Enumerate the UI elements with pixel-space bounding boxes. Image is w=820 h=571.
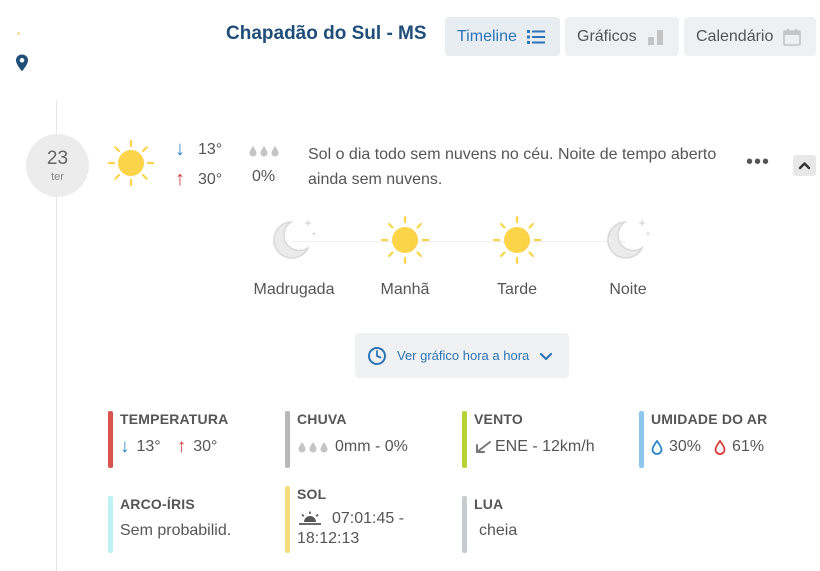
date-weekday: ter <box>51 171 64 183</box>
card-umidade: UMIDADE DO AR 30% 61% <box>639 411 768 468</box>
tab-calendario-label: Calendário <box>696 27 774 45</box>
card-color-bar <box>639 411 644 468</box>
chevron-up-icon <box>798 162 811 170</box>
period-label: Madrugada <box>253 281 335 298</box>
rain-drops-icon <box>249 146 279 157</box>
card-color-bar <box>462 411 467 468</box>
card-title: TEMPERATURA <box>120 411 229 427</box>
card-title: CHUVA <box>297 411 347 427</box>
period-tarde: Tarde <box>467 215 567 299</box>
period-noite: Noite <box>578 215 678 299</box>
period-manha: Manhã <box>355 215 455 299</box>
moon-icon <box>273 219 317 259</box>
period-madrugada: Madrugada <box>244 215 344 299</box>
rainbow-value: Sem probabilid. <box>120 522 232 539</box>
moon-phase-value: cheia <box>479 522 518 539</box>
card-vento: VENTO ENE - 12km/h <box>462 411 595 468</box>
bar-chart-icon <box>647 29 663 45</box>
date-number: 23 <box>46 148 69 169</box>
max-temperature: 30° <box>198 171 223 188</box>
temperature-max: 30° <box>193 438 218 455</box>
tab-timeline[interactable]: Timeline <box>445 17 560 56</box>
more-options-button[interactable]: ••• <box>746 152 770 172</box>
card-color-bar <box>462 496 467 553</box>
city-title: Chapadão do Sul - MS <box>226 23 427 44</box>
card-arco-iris: ARCO-ÍRIS Sem probabilid. <box>108 496 231 553</box>
sun-icon <box>492 215 542 265</box>
moon-icon <box>607 219 651 259</box>
max-temp-arrow-icon: ↑ <box>176 436 187 457</box>
card-color-bar <box>285 486 290 553</box>
card-value: ↓ 13° ↑ 30° <box>120 436 229 457</box>
humidity-min: 30% <box>669 438 702 455</box>
hourly-chart-label: Ver gráfico hora a hora <box>397 348 530 363</box>
max-temp-arrow-icon: ↑ <box>175 168 185 190</box>
wind-direction-icon <box>476 441 491 453</box>
card-title: SOL <box>297 486 327 502</box>
card-value: 30% 61% <box>651 438 767 456</box>
period-label: Noite <box>609 281 647 298</box>
tab-graficos-label: Gráficos <box>577 27 637 45</box>
temperature-min: 13° <box>136 438 161 455</box>
clock-icon <box>368 346 386 365</box>
card-value: 0mm - 0% <box>297 438 408 456</box>
humidity-max-drop-icon <box>714 439 726 455</box>
hourly-chart-button[interactable]: Ver gráfico hora a hora <box>355 333 569 378</box>
day-description: Sol o dia todo sem nuvens no céu. Noite … <box>308 146 717 188</box>
card-value: 07:01:45 - <box>297 510 404 528</box>
tab-calendario[interactable]: Calendário <box>684 17 816 56</box>
humidity-min-drop-icon <box>651 439 663 455</box>
min-temp-arrow-icon: ↓ <box>175 138 185 160</box>
min-temp-arrow-icon: ↓ <box>120 436 130 457</box>
date-badge: 23 ter <box>26 134 89 197</box>
card-color-bar <box>108 411 113 468</box>
collapse-button[interactable] <box>793 155 816 176</box>
card-title: UMIDADE DO AR <box>651 411 768 427</box>
rain-value: 0mm - 0% <box>335 438 408 455</box>
sun-times-start: 07:01:45 - <box>332 510 405 527</box>
decorative-dot <box>17 32 20 35</box>
rain-drops-icon <box>298 442 328 453</box>
weather-page: Chapadão do Sul - MS Timeline Gráficos C… <box>0 0 820 571</box>
card-value: ENE - 12km/h <box>474 438 595 456</box>
sunrise-icon <box>299 511 321 525</box>
sun-icon <box>107 139 155 187</box>
humidity-max: 61% <box>732 438 765 455</box>
tab-graficos[interactable]: Gráficos <box>565 17 679 56</box>
period-label: Manhã <box>380 281 430 298</box>
rain-probability: 0% <box>252 168 276 185</box>
card-chuva: CHUVA 0mm - 0% <box>285 411 408 468</box>
card-sol: SOL 07:01:45 - 18:12:13 <box>285 486 404 553</box>
card-temperatura: TEMPERATURA ↓ 13° ↑ 30° <box>108 411 229 468</box>
sun-times-end: 18:12:13 <box>297 530 360 547</box>
chevron-down-icon <box>540 352 553 360</box>
card-value: Sem probabilid. <box>120 522 231 540</box>
calendar-icon <box>783 28 802 46</box>
card-value: cheia <box>474 522 517 540</box>
tab-timeline-label: Timeline <box>457 27 517 45</box>
min-temperature: 13° <box>198 141 223 158</box>
wind-value: ENE - 12km/h <box>495 438 595 455</box>
card-lua: LUA cheia <box>462 496 517 553</box>
sun-icon <box>380 215 430 265</box>
location-pin-icon <box>16 54 28 72</box>
card-title: ARCO-ÍRIS <box>120 496 195 512</box>
card-title: LUA <box>474 496 504 512</box>
period-label: Tarde <box>496 281 538 298</box>
card-color-bar <box>108 496 113 553</box>
card-title: VENTO <box>474 411 523 427</box>
card-color-bar <box>285 411 290 468</box>
list-icon <box>526 29 545 44</box>
